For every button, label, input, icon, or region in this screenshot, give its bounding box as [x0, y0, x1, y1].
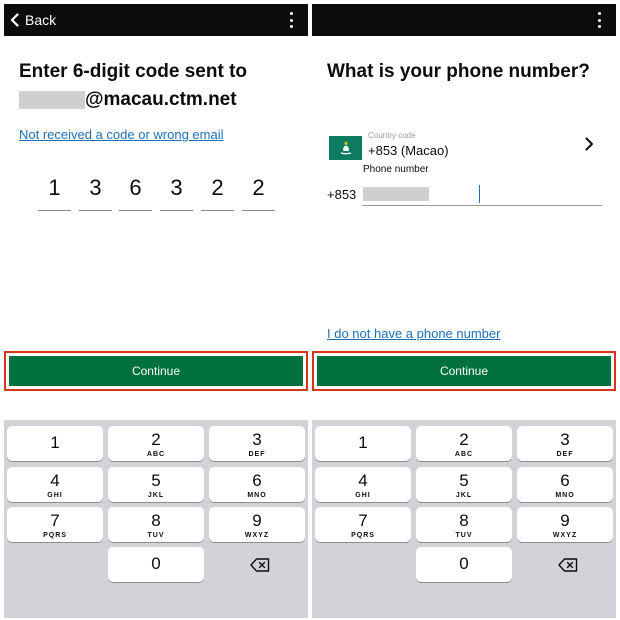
continue-button[interactable]: Continue: [317, 356, 611, 386]
continue-highlight: Continue: [312, 351, 616, 391]
continue-button[interactable]: Continue: [9, 356, 303, 386]
key-letters: TUV: [455, 532, 473, 539]
key-8[interactable]: 8 TUV: [416, 507, 512, 542]
country-code-select[interactable]: +853 (Macao): [368, 143, 449, 158]
key-letters: GHI: [47, 492, 63, 499]
key-digit: 1: [358, 433, 368, 452]
key-4[interactable]: 4 GHI: [7, 467, 103, 502]
country-code-label: Country code: [368, 131, 416, 140]
page-title: Enter 6-digit code sent to @macau.ctm.ne…: [19, 58, 247, 114]
key-digit: 7: [358, 511, 368, 530]
key-letters: WXYZ: [552, 532, 578, 539]
key-6[interactable]: 6 MNO: [209, 467, 305, 502]
no-phone-number-link[interactable]: I do not have a phone number: [327, 326, 500, 341]
page-title: What is your phone number?: [327, 61, 590, 82]
phone-number-input[interactable]: [362, 183, 602, 206]
key-2[interactable]: 2 ABC: [416, 426, 512, 461]
key-digit: 0: [459, 554, 469, 573]
macao-flag-icon: [329, 136, 362, 160]
backspace-icon: [250, 557, 270, 572]
key-digit: 2: [459, 430, 469, 449]
key-digit: 0: [151, 554, 161, 573]
key-digit: 3: [252, 430, 262, 449]
key-letters: PQRS: [351, 532, 375, 539]
top-bar: Back: [4, 4, 308, 36]
key-letters: PQRS: [43, 532, 67, 539]
phone-number-label: Phone number: [363, 164, 429, 175]
key-letters: JKL: [455, 492, 473, 499]
key-digit: 7: [50, 511, 60, 530]
numeric-keypad: 1 2 ABC 3 DEF 4 GHI 5 JKL 6 MNO 7 PQRS 8 TUV 9 W…: [4, 420, 308, 618]
code-digit-6[interactable]: 2: [242, 170, 275, 211]
key-digit: 5: [459, 471, 469, 490]
text-cursor: [479, 185, 480, 203]
key-digit: 8: [459, 511, 469, 530]
key-9[interactable]: 9 WXYZ: [209, 507, 305, 542]
key-digit: 4: [358, 471, 368, 490]
page-title-line2: @macau.ctm.net: [19, 86, 247, 114]
code-digit-2[interactable]: 3: [79, 170, 112, 211]
redacted-phone-number: [363, 187, 429, 201]
top-bar: [312, 4, 616, 36]
phone-number-screen: What is your phone number? Country code …: [312, 4, 616, 618]
key-5[interactable]: 5 JKL: [108, 467, 204, 502]
key-0[interactable]: 0: [108, 547, 204, 582]
key-6[interactable]: 6 MNO: [517, 467, 613, 502]
redacted-email-user: [19, 90, 85, 109]
key-9[interactable]: 9 WXYZ: [517, 507, 613, 542]
phone-prefix: +853: [327, 187, 357, 202]
key-digit: 6: [252, 471, 262, 490]
key-0[interactable]: 0: [416, 547, 512, 582]
key-4[interactable]: 4 GHI: [315, 467, 411, 502]
backspace-icon: [558, 557, 578, 572]
key-letters: ABC: [454, 451, 474, 458]
key-5[interactable]: 5 JKL: [416, 467, 512, 502]
key-8[interactable]: 8 TUV: [108, 507, 204, 542]
backspace-key[interactable]: [212, 547, 308, 582]
key-letters: WXYZ: [244, 532, 270, 539]
code-digit-1[interactable]: 1: [38, 170, 71, 211]
more-vertical-icon[interactable]: [596, 12, 602, 28]
key-7[interactable]: 7 PQRS: [7, 507, 103, 542]
chevron-left-icon: [10, 13, 19, 27]
key-1[interactable]: 1: [7, 426, 103, 461]
key-digit: 6: [560, 471, 570, 490]
key-digit: 4: [50, 471, 60, 490]
key-letters: MNO: [247, 492, 267, 499]
key-digit: 9: [252, 511, 262, 530]
key-1[interactable]: 1: [315, 426, 411, 461]
key-letters: MNO: [555, 492, 575, 499]
numeric-keypad: 1 2 ABC 3 DEF 4 GHI 5 JKL 6 MNO 7 PQRS 8 TUV 9 W…: [312, 420, 616, 618]
key-3[interactable]: 3 DEF: [517, 426, 613, 461]
code-digit-5[interactable]: 2: [201, 170, 234, 211]
chevron-right-icon[interactable]: [584, 137, 594, 156]
key-letters: GHI: [355, 492, 371, 499]
backspace-key[interactable]: [520, 547, 616, 582]
key-digit: 2: [151, 430, 161, 449]
code-digit-3[interactable]: 6: [119, 170, 152, 211]
continue-highlight: Continue: [4, 351, 308, 391]
code-digit-4[interactable]: 3: [160, 170, 193, 211]
resend-code-link[interactable]: Not received a code or wrong email: [19, 127, 224, 142]
flag-emblem: [340, 141, 351, 155]
key-letters: TUV: [147, 532, 165, 539]
key-digit: 5: [151, 471, 161, 490]
back-label: Back: [25, 12, 57, 28]
more-vertical-icon[interactable]: [288, 12, 294, 28]
email-domain: @macau.ctm.net: [85, 89, 237, 110]
key-7[interactable]: 7 PQRS: [315, 507, 411, 542]
key-digit: 8: [151, 511, 161, 530]
key-letters: ABC: [146, 451, 166, 458]
code-entry-screen: Back Enter 6-digit code sent to @macau.c…: [4, 4, 308, 618]
key-letters: DEF: [248, 451, 266, 458]
key-letters: JKL: [147, 492, 165, 499]
key-letters: DEF: [556, 451, 574, 458]
key-digit: 1: [50, 433, 60, 452]
key-digit: 3: [560, 430, 570, 449]
key-2[interactable]: 2 ABC: [108, 426, 204, 461]
key-3[interactable]: 3 DEF: [209, 426, 305, 461]
back-button[interactable]: Back: [10, 10, 56, 30]
page-title-line1: Enter 6-digit code sent to: [19, 61, 248, 82]
key-digit: 9: [560, 511, 570, 530]
